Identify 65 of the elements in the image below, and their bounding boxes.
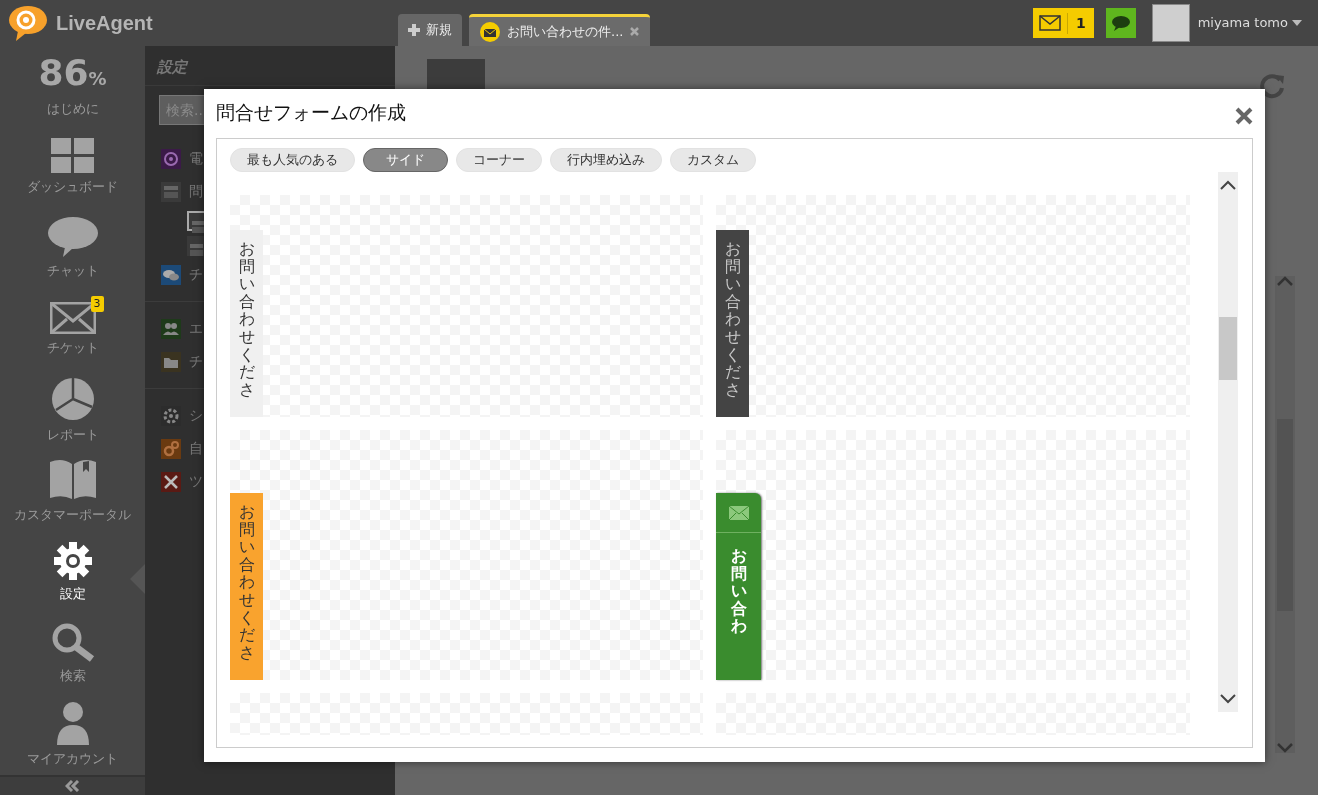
filter-tab[interactable]: 最も人気のある (230, 148, 355, 172)
settings-item[interactable]: 問 (145, 175, 203, 208)
logo-text: LiveAgent (56, 11, 153, 36)
settings-item[interactable]: チ (145, 345, 203, 378)
nav-item[interactable]: 3 チケット (0, 289, 145, 370)
chat-notification[interactable] (1105, 8, 1136, 38)
person-icon (54, 700, 91, 745)
search-icon (50, 621, 95, 662)
settings-item[interactable]: 自 (145, 432, 203, 465)
caret-icon (1292, 20, 1302, 26)
close-icon[interactable] (629, 26, 641, 37)
filter-tab[interactable]: コーナー (456, 148, 542, 172)
photo-placeholder (1151, 4, 1190, 42)
progress-percent: 86% (38, 54, 107, 91)
preview-tile[interactable]: お問い合わせくださ (230, 195, 703, 417)
nav-item[interactable]: カスタマーポータル (0, 451, 145, 532)
scrollbar-thumb[interactable] (1219, 317, 1237, 380)
nav-item[interactable]: 設定 (0, 532, 145, 613)
preview-tile[interactable]: お問い合わせくださ (230, 430, 703, 680)
getting-started-item[interactable]: 86% はじめに (0, 46, 145, 127)
user-menu[interactable]: miyama tomo (1197, 13, 1302, 33)
contact-tab-preview: お問い合わせくださ (230, 230, 263, 417)
contact-tab-preview: お問い合わせくださ (230, 493, 263, 680)
settings-item[interactable]: チ (145, 258, 203, 291)
pie-chart-icon (50, 376, 95, 421)
nav-item[interactable]: 検索 (0, 613, 145, 694)
speech-bubble-icon (46, 216, 99, 257)
contact-tab-preview: お問い合わせくださ (716, 230, 749, 417)
envelope-icon (727, 504, 750, 521)
logo-icon (8, 4, 48, 42)
window-icon[interactable] (187, 235, 207, 256)
settings-item[interactable]: エ (145, 312, 203, 345)
contact-tab-preview: お問い合わ (716, 493, 761, 680)
filter-tab[interactable]: サイド (363, 148, 448, 172)
filter-tab[interactable]: 行内埋め込み (550, 148, 662, 172)
speech-bubble-icon (1110, 14, 1131, 32)
nav-item[interactable]: レポート (0, 370, 145, 451)
filter-tab[interactable]: カスタム (670, 148, 756, 172)
plus-icon (408, 24, 420, 36)
nav-item[interactable]: チャット (0, 208, 145, 289)
book-icon (49, 458, 96, 501)
envelope-icon (49, 301, 96, 334)
scrollbar[interactable] (1275, 276, 1295, 753)
settings-item[interactable]: シ (145, 399, 203, 432)
window-icon[interactable] (187, 210, 207, 231)
settings-item[interactable]: ツ (145, 465, 203, 498)
grid-icon (51, 138, 94, 174)
preview-tile[interactable]: お問い合わせくださ (716, 195, 1190, 417)
scrollbar[interactable] (1218, 172, 1238, 712)
mail-notification[interactable]: 1 (1032, 8, 1094, 38)
gear-icon (53, 541, 92, 580)
chevron-up-icon[interactable] (1219, 180, 1237, 191)
envelope-icon (1038, 14, 1061, 32)
refresh-icon[interactable] (1260, 74, 1286, 100)
tab[interactable]: 新規 (398, 14, 462, 46)
count-badge: 3 (90, 295, 104, 313)
nav-item[interactable]: マイアカウント (0, 694, 145, 775)
collapse-icon[interactable] (65, 780, 80, 792)
nav-item[interactable]: ダッシュボード (0, 127, 145, 208)
preview-tile[interactable]: お問い合わ (716, 430, 1190, 680)
envelope-icon (479, 20, 501, 43)
settings-item[interactable]: 電 (145, 142, 203, 175)
tab[interactable]: お問い合わせの件... (469, 14, 651, 46)
chevron-down-icon[interactable] (1219, 693, 1237, 704)
dialog-title: 問合せフォームの作成 (216, 101, 406, 123)
